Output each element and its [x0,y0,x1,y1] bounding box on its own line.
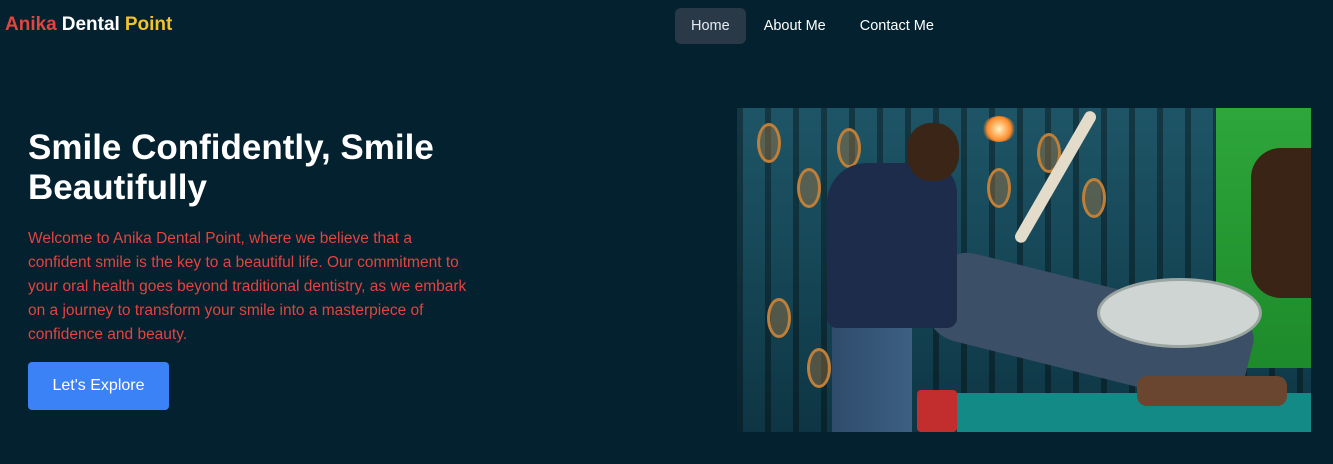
brand-word-anika: Anika [5,14,57,35]
navbar: Anika Dental Point Home About Me Contact M… [0,0,1333,52]
curtain-motif [1082,178,1106,218]
hero-title: Smile Confidently, Smile Beautifully [28,128,434,207]
brand-logo[interactable]: Anika Dental Point [5,13,177,37]
dentist-head [907,123,959,181]
page: Anika Dental Point Home About Me Contact M… [0,0,1333,464]
nav-contact-me[interactable]: Contact Me [844,8,950,44]
curtain-motif [987,168,1011,208]
dental-clinic-photo [737,108,1311,432]
nav-links: Home About Me Contact Me [675,8,950,44]
assistant-arm [1251,148,1311,298]
hero-description: Welcome to Anika Dental Point, where we … [28,230,467,343]
patient-legs [1137,376,1287,406]
curtain-motif [767,298,791,338]
nav-about-me[interactable]: About Me [748,8,842,44]
dentist-legs [832,323,912,432]
curtain-motif [807,348,831,388]
brand-word-dental: Dental [61,14,120,35]
brand-word-point: Point [124,14,173,35]
curtain-motif [757,123,781,163]
curtain-motif [837,128,861,168]
dentist-figure [827,163,957,328]
instrument-tray [1097,278,1262,348]
nav-home[interactable]: Home [675,8,746,44]
curtain-motif [797,168,821,208]
dental-lamp [982,116,1016,142]
explore-button[interactable]: Let's Explore [28,362,169,410]
red-basket [917,390,957,432]
